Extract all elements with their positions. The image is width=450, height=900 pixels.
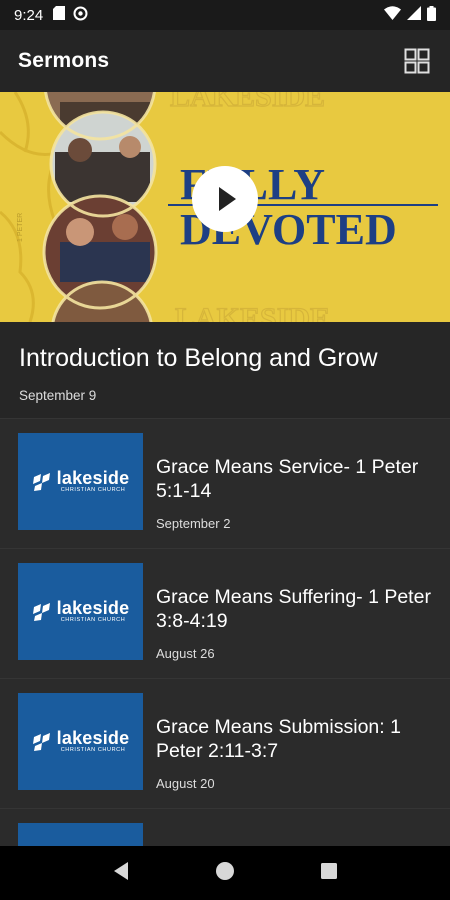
sermon-list-item[interactable]: lakeside CHRISTIAN CHURCH Grace Means Sub… [0, 678, 450, 808]
logo-wordmark: lakeside [56, 598, 130, 618]
sermon-date: September 2 [156, 516, 231, 531]
sermon-date: August 26 [156, 646, 215, 661]
sermon-title: Grace Means Service- 1 Peter 5:1-14 [156, 456, 419, 502]
signal-icon [407, 6, 421, 24]
sermon-list-item[interactable]: lakeside CHRISTIAN CHURCH Grace Means Suf… [0, 548, 450, 678]
lakeside-logo: lakeside CHRISTIAN CHURCH [32, 599, 130, 624]
sermon-list[interactable]: lakeside CHRISTIAN CHURCH Grace Means Ser… [0, 418, 450, 846]
lakeside-mark-icon [32, 602, 50, 621]
home-button[interactable] [215, 861, 235, 886]
sermon-thumbnail: lakeside CHRISTIAN CHURCH [18, 563, 143, 660]
sermon-thumbnail [18, 823, 143, 846]
status-bar: 9:24 [0, 0, 450, 30]
sd-card-icon [53, 6, 66, 24]
featured-sermon-title: Introduction to Belong and Grow [19, 344, 378, 372]
sermon-thumbnail: lakeside CHRISTIAN CHURCH [18, 693, 143, 790]
lakeside-logo: lakeside CHRISTIAN CHURCH [32, 469, 130, 494]
back-button[interactable] [112, 861, 130, 886]
home-circle-icon [215, 861, 234, 880]
logo-subtitle: CHRISTIAN CHURCH [60, 487, 126, 493]
back-triangle-icon [114, 861, 129, 880]
status-time: 9:24 [14, 6, 44, 24]
sync-icon [73, 6, 88, 25]
recents-square-icon [320, 862, 337, 879]
battery-icon [427, 5, 436, 25]
app-bar: Sermons [0, 30, 450, 92]
page-title: Sermons [18, 49, 110, 72]
logo-subtitle: CHRISTIAN CHURCH [60, 617, 126, 623]
svg-text:LAKESIDE: LAKESIDE [175, 302, 330, 322]
logo-subtitle: CHRISTIAN CHURCH [60, 747, 126, 753]
featured-sermon[interactable]: Introduction to Belong and Grow Septembe… [0, 322, 450, 418]
sermon-title: Grace Means Submission: 1 Peter 2:11-3:7 [156, 716, 401, 762]
lakeside-mark-icon [32, 732, 50, 751]
sermon-thumbnail: lakeside CHRISTIAN CHURCH [18, 433, 143, 530]
sermon-list-item[interactable]: lakeside CHRISTIAN CHURCH Grace Means Ser… [0, 418, 450, 548]
sermon-list-item[interactable] [0, 808, 450, 846]
sermon-title: Grace Means Suffering- 1 Peter 3:8-4:19 [156, 586, 431, 632]
hero-video-banner[interactable]: LAKESIDE LAKESIDE 1 PETER FULLY DEVOTED [0, 92, 450, 322]
grid-view-icon [404, 48, 430, 74]
logo-wordmark: lakeside [56, 468, 130, 488]
grid-view-button[interactable] [402, 46, 432, 76]
wifi-icon [384, 6, 401, 24]
sermon-date: August 20 [156, 776, 215, 791]
lakeside-logo: lakeside CHRISTIAN CHURCH [32, 729, 130, 754]
lakeside-mark-icon [32, 472, 50, 491]
svg-text:1 PETER: 1 PETER [17, 213, 24, 242]
logo-wordmark: lakeside [56, 728, 130, 748]
system-nav-bar [0, 846, 450, 900]
recents-button[interactable] [320, 862, 338, 885]
hero-artwork: LAKESIDE LAKESIDE 1 PETER FULLY DEVOTED [0, 92, 450, 322]
featured-sermon-date: September 9 [19, 388, 97, 403]
play-button[interactable] [192, 166, 258, 232]
svg-text:LAKESIDE: LAKESIDE [170, 92, 325, 113]
